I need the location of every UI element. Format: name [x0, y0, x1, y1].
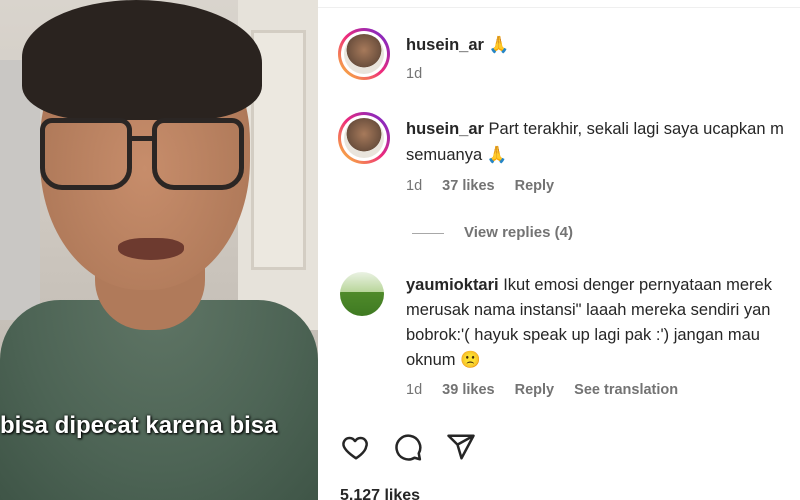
person-mouth	[118, 238, 184, 260]
likes-count[interactable]: 5,127 likes	[340, 487, 420, 500]
comment-meta: 1d 37 likes Reply	[406, 178, 570, 194]
comment-line: Part terakhir, sekali lagi saya ucapkan …	[488, 120, 784, 138]
author-avatar[interactable]	[338, 28, 390, 80]
view-replies-button[interactable]: View replies (4)	[464, 224, 573, 241]
post-author-username[interactable]: husein_ar	[406, 36, 484, 54]
comment-time: 1d	[406, 382, 423, 398]
comment-line: Ikut emosi denger pernyataan merek	[503, 276, 772, 294]
comment-likes[interactable]: 39 likes	[442, 382, 494, 398]
person-hair	[22, 0, 262, 120]
person-glasses	[40, 118, 250, 198]
video-panel[interactable]: bisa dipecat karena bisa	[0, 0, 318, 500]
reply-button[interactable]: Reply	[515, 178, 555, 194]
post-author-emoji: 🙏	[488, 36, 510, 54]
comment-username[interactable]: yaumioktari	[406, 276, 499, 294]
comment-line: oknum 🙁	[406, 351, 481, 369]
comments-panel: husein_ar 🙏 1d husein_ar Part terakhir, …	[318, 0, 800, 500]
share-icon[interactable]	[446, 432, 476, 462]
heart-icon[interactable]	[340, 432, 372, 462]
comment-username[interactable]: husein_ar	[406, 120, 484, 138]
comment-likes[interactable]: 37 likes	[442, 178, 494, 194]
comment-line: bobrok:'( hayuk speak up lagi pak :') ja…	[406, 326, 760, 344]
replies-divider	[412, 233, 444, 234]
panel-top-divider	[318, 0, 800, 8]
comment-icon[interactable]	[393, 432, 423, 462]
comment-text: husein_ar Part terakhir, sekali lagi say…	[406, 116, 784, 142]
comment-line: merusak nama instansi" laaah mereka send…	[406, 301, 771, 319]
person-shirt	[0, 300, 318, 500]
reply-button[interactable]: Reply	[515, 382, 555, 398]
see-translation-button[interactable]: See translation	[574, 382, 678, 398]
comment-time: 1d	[406, 178, 423, 194]
comment-text: yaumioktari Ikut emosi denger pernyataan…	[406, 272, 772, 298]
comment-avatar[interactable]	[338, 112, 390, 164]
post-header: husein_ar 🙏	[406, 32, 509, 58]
video-caption: bisa dipecat karena bisa	[0, 412, 278, 439]
comment-avatar[interactable]	[340, 272, 384, 316]
post-time: 1d	[406, 66, 423, 82]
comment-line: semuanya 🙏	[406, 146, 508, 164]
comment-meta: 1d 39 likes Reply See translation	[406, 382, 694, 398]
